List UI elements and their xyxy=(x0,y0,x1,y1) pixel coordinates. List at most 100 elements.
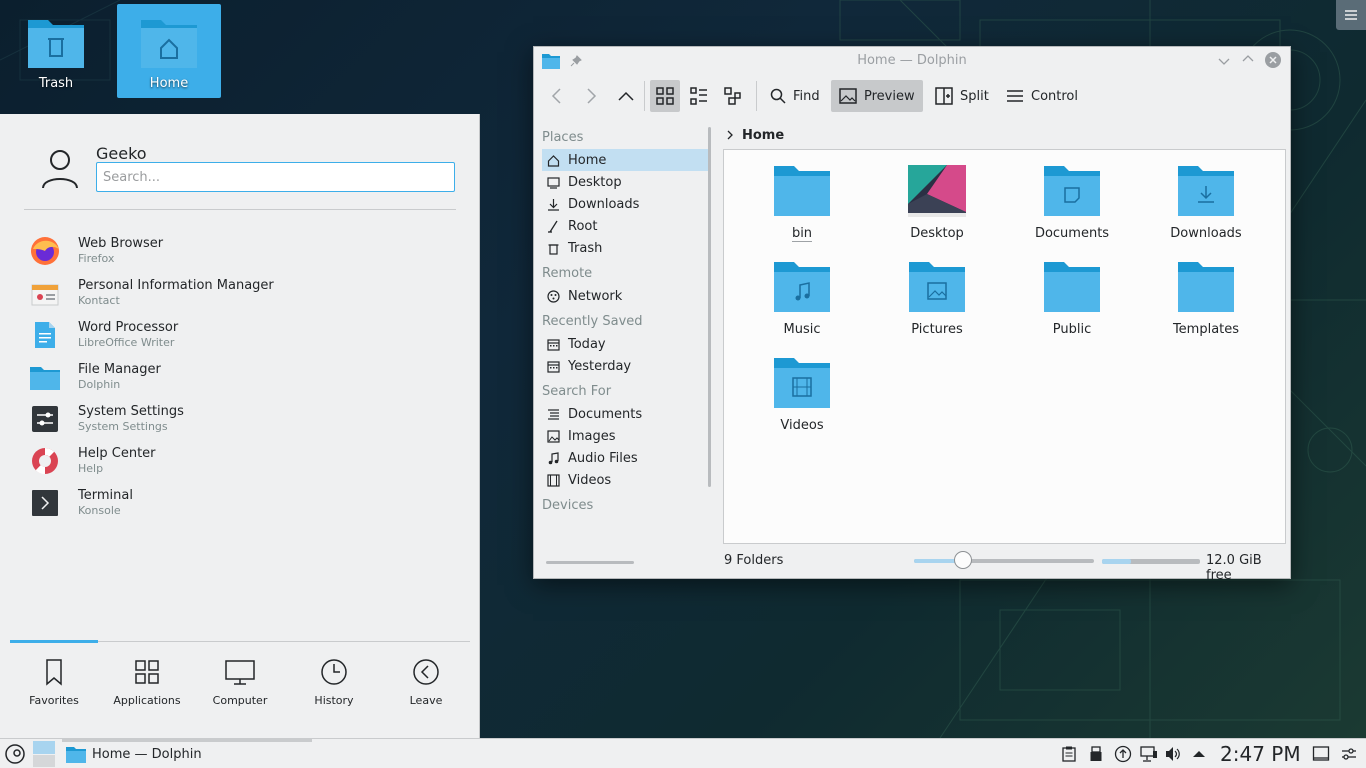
arrow-right-icon xyxy=(587,88,597,104)
folder-icon xyxy=(774,166,830,216)
window-titlebar[interactable]: Home — Dolphin xyxy=(534,47,1290,75)
tab-history[interactable]: History xyxy=(289,658,379,728)
hamburger-menu-icon xyxy=(1007,90,1023,102)
breadcrumb-home[interactable]: Home xyxy=(742,128,784,143)
list-item-system-settings[interactable]: System Settings System Settings xyxy=(28,398,458,440)
maximize-icon[interactable] xyxy=(1242,53,1254,65)
desktop-icon-home[interactable]: Home xyxy=(117,4,221,98)
toolbar: Find Preview Split Control xyxy=(534,77,1290,117)
app-subtitle: Dolphin xyxy=(78,378,121,391)
forward-button[interactable] xyxy=(578,80,604,112)
tab-computer[interactable]: Computer xyxy=(195,658,285,728)
task-active-indicator xyxy=(62,739,312,742)
free-space-label: 12.0 GiB free xyxy=(1206,553,1262,583)
up-button[interactable] xyxy=(612,80,640,112)
settings-icon xyxy=(28,402,62,436)
close-icon[interactable] xyxy=(1264,51,1282,69)
root-icon xyxy=(546,219,560,233)
tab-favorites[interactable]: Favorites xyxy=(9,658,99,728)
places-item-documents[interactable]: Documents xyxy=(542,403,708,425)
folder-item-public[interactable]: Public xyxy=(1012,260,1132,352)
zoom-slider[interactable] xyxy=(914,551,1094,569)
places-item-audio-files[interactable]: Audio Files xyxy=(542,447,708,469)
folder-item-documents[interactable]: Documents xyxy=(1012,164,1132,256)
preview-button[interactable]: Preview xyxy=(831,80,923,112)
clock[interactable]: 2:47 PM xyxy=(1220,742,1301,766)
folder-name: Documents xyxy=(1034,226,1110,241)
control-button[interactable]: Control xyxy=(1000,80,1084,112)
show-desktop-icon[interactable] xyxy=(1312,745,1330,763)
list-item-word-processor[interactable]: Word Processor LibreOffice Writer xyxy=(28,314,458,356)
folder-item-music[interactable]: Music xyxy=(742,260,862,352)
chevron-right-icon[interactable] xyxy=(726,130,734,140)
places-item-trash[interactable]: Trash xyxy=(542,237,708,259)
places-item-desktop[interactable]: Desktop xyxy=(542,171,708,193)
status-bar: 9 Folders 12.0 GiB free xyxy=(534,547,1290,583)
document-icon xyxy=(546,407,560,421)
icons-view-button[interactable] xyxy=(650,80,680,112)
places-item-yesterday[interactable]: Yesterday xyxy=(542,355,708,377)
list-item-web-browser[interactable]: Web Browser Firefox xyxy=(28,230,458,272)
folder-item-pictures[interactable]: Pictures xyxy=(877,260,997,352)
places-item-root[interactable]: Root xyxy=(542,215,708,237)
list-item-terminal[interactable]: Terminal Konsole xyxy=(28,482,458,524)
places-item-home[interactable]: Home xyxy=(542,149,708,171)
download-icon xyxy=(546,197,560,211)
tab-applications[interactable]: Applications xyxy=(102,658,192,728)
terminal-icon xyxy=(28,486,62,520)
compact-view-button[interactable] xyxy=(684,80,714,112)
launcher-search-input[interactable] xyxy=(96,162,455,192)
window-title: Home — Dolphin xyxy=(857,53,967,68)
volume-icon[interactable] xyxy=(1164,745,1182,763)
usb-device-icon[interactable] xyxy=(1089,746,1103,762)
folder-item-desktop[interactable]: Desktop xyxy=(877,164,997,256)
find-button[interactable]: Find xyxy=(764,80,826,112)
folder-item-videos[interactable]: Videos xyxy=(742,356,862,448)
app-subtitle: Firefox xyxy=(78,252,115,265)
virtual-desktop-pager-icon[interactable] xyxy=(32,740,56,768)
leave-arrow-icon xyxy=(413,659,439,685)
user-avatar-icon[interactable] xyxy=(40,148,80,190)
folder-icon xyxy=(1044,262,1100,312)
tab-label: Leave xyxy=(409,694,443,707)
chevron-up-icon[interactable] xyxy=(1192,749,1206,759)
folder-item-templates[interactable]: Templates xyxy=(1146,260,1266,352)
places-section-header: Search For xyxy=(542,384,612,399)
panel-settings-icon[interactable] xyxy=(1340,745,1358,763)
split-button[interactable]: Split xyxy=(929,80,995,112)
desktop-icon-trash[interactable]: Trash xyxy=(4,4,108,98)
list-item-file-manager[interactable]: File Manager Dolphin xyxy=(28,356,458,398)
status-summary: 9 Folders xyxy=(724,553,784,568)
places-scrollbar[interactable] xyxy=(708,127,711,487)
desktop-toolbox-button[interactable] xyxy=(1336,0,1366,30)
file-view[interactable]: bin Desktop Documents Downloads Music Pi… xyxy=(723,149,1286,544)
network-wired-icon[interactable] xyxy=(1140,745,1158,763)
arrow-left-icon xyxy=(551,88,561,104)
details-view-button[interactable] xyxy=(718,80,748,112)
places-item-network[interactable]: Network xyxy=(542,285,708,307)
places-item-images[interactable]: Images xyxy=(542,425,708,447)
list-item-pim[interactable]: Personal Information Manager Kontact xyxy=(28,272,458,314)
places-item-downloads[interactable]: Downloads xyxy=(542,193,708,215)
list-item-help-center[interactable]: Help Center Help xyxy=(28,440,458,482)
application-launcher: Geeko Web BrowserFirefox Personal Inform… xyxy=(0,114,480,738)
app-title: Web Browser xyxy=(78,236,164,251)
places-item-videos[interactable]: Videos xyxy=(542,469,708,491)
back-button[interactable] xyxy=(544,80,570,112)
task-entry-dolphin[interactable]: Home — Dolphin xyxy=(62,739,312,768)
software-updates-icon[interactable] xyxy=(1114,745,1132,763)
places-item-label: Yesterday xyxy=(568,358,632,374)
folder-item-bin[interactable]: bin xyxy=(742,164,862,256)
clipboard-icon[interactable] xyxy=(1062,746,1076,762)
minimize-icon[interactable] xyxy=(1218,55,1230,67)
application-launcher-icon[interactable] xyxy=(4,744,26,764)
user-name: Geeko xyxy=(96,144,147,163)
folder-item-downloads[interactable]: Downloads xyxy=(1146,164,1266,256)
zoom-slider-handle[interactable] xyxy=(954,551,972,569)
task-label: Home — Dolphin xyxy=(92,746,202,762)
folder-name: bin xyxy=(791,226,813,242)
app-subtitle: Kontact xyxy=(78,294,120,307)
kontact-icon xyxy=(28,276,62,310)
places-item-today[interactable]: Today xyxy=(542,333,708,355)
tab-leave[interactable]: Leave xyxy=(381,658,471,728)
